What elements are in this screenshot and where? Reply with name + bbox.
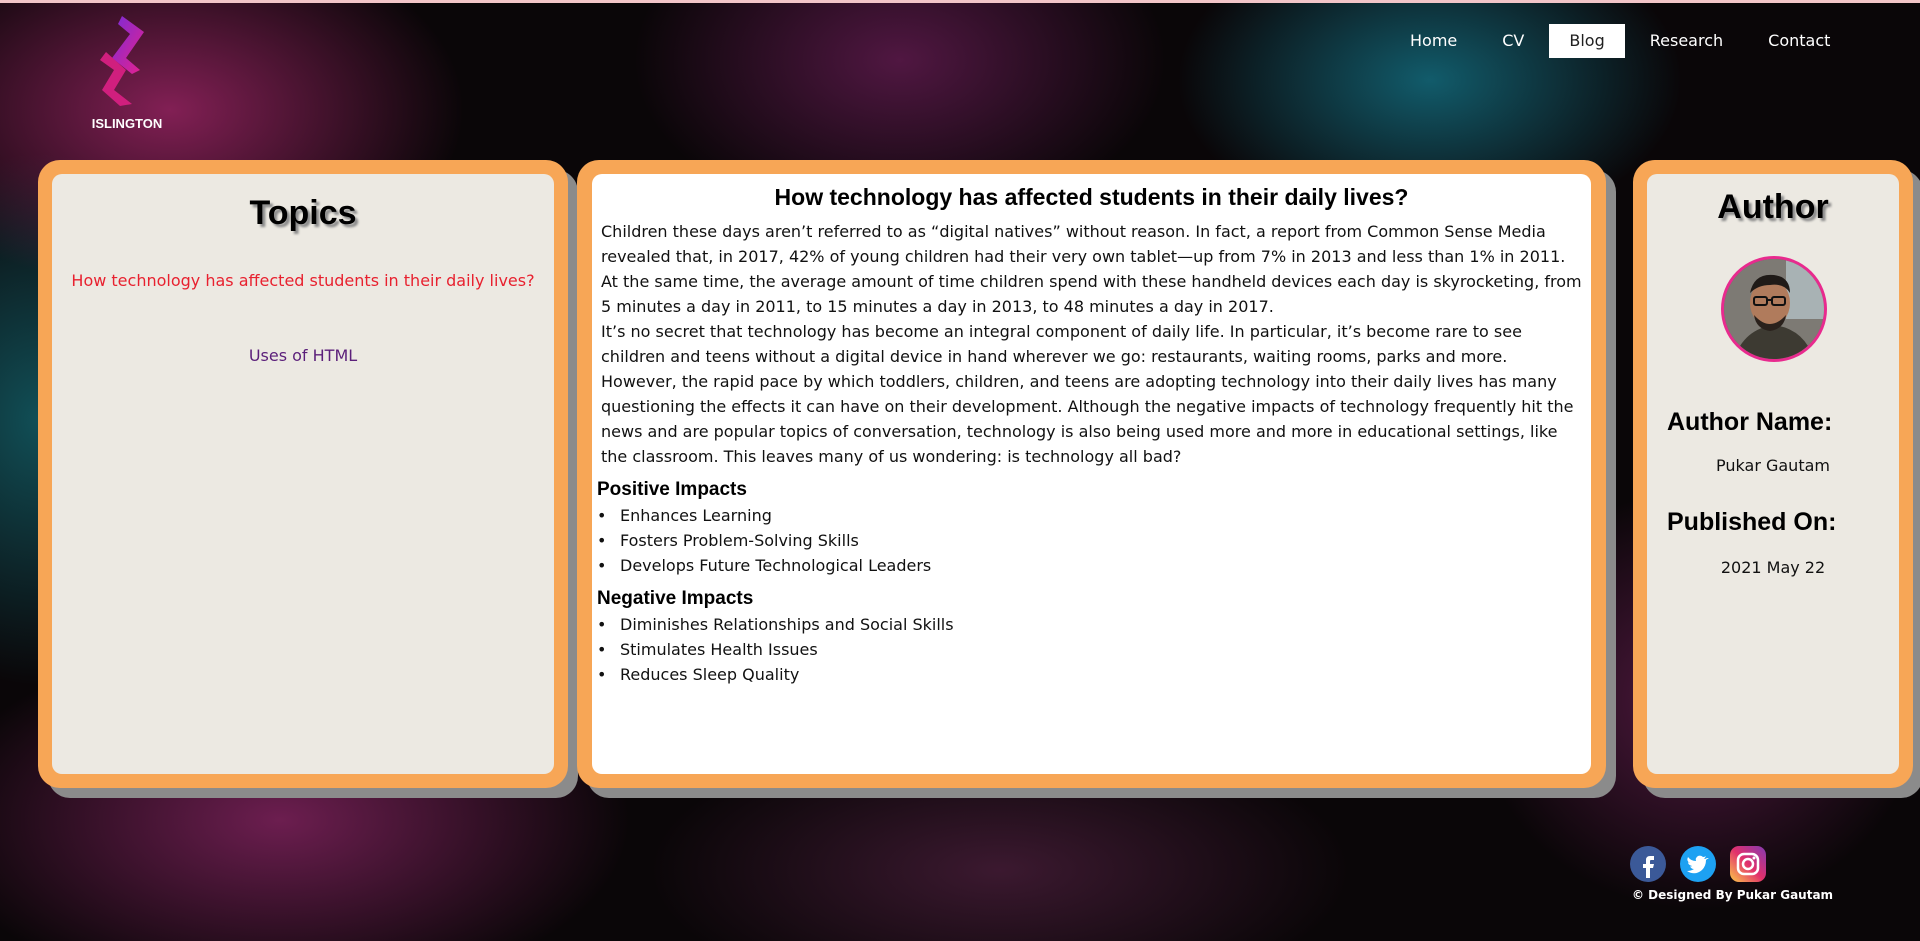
author-panel: Author Author Name: Pukar Gautam Publish…: [1633, 160, 1913, 788]
article-paragraph: Children these days aren’t referred to a…: [601, 222, 1582, 316]
published-on-label: Published On:: [1667, 508, 1837, 536]
list-item: • Enhances Learning: [597, 503, 1591, 528]
article-paragraph: However, the rapid pace by which toddler…: [601, 372, 1574, 466]
twitter-icon[interactable]: [1680, 846, 1716, 882]
article-panel: How technology has affected students in …: [577, 160, 1606, 788]
positive-impacts-heading: Positive Impacts: [597, 479, 747, 500]
list-item: • Reduces Sleep Quality: [597, 662, 1591, 687]
bullet-icon: •: [597, 506, 607, 525]
published-date: 2021 May 22: [1720, 558, 1826, 577]
article-paragraph: It’s no secret that technology has becom…: [601, 322, 1522, 366]
bullet-icon: •: [597, 615, 607, 634]
list-item: • Develops Future Technological Leaders: [597, 553, 1591, 578]
nav-contact[interactable]: Contact: [1748, 24, 1850, 58]
positive-impacts-list: • Enhances Learning • Fosters Problem-Solv…: [597, 503, 1591, 578]
instagram-icon[interactable]: [1730, 846, 1766, 882]
main-nav: Home CV Blog Research Contact: [1390, 24, 1855, 58]
author-panel-body: Author Author Name: Pukar Gautam Publish…: [1647, 174, 1899, 774]
nav-cv[interactable]: CV: [1482, 24, 1544, 58]
negative-impacts-list: • Diminishes Relationships and Social Ski…: [597, 612, 1591, 687]
avatar: [1721, 256, 1827, 362]
topics-title: Topics: [249, 194, 357, 232]
author-name-label: Author Name:: [1667, 408, 1833, 436]
topics-panel: Topics How technology has affected stude…: [38, 160, 568, 788]
topics-panel-body: Topics How technology has affected stude…: [52, 174, 554, 774]
logo-mark-icon: [100, 16, 144, 106]
author-name: Pukar Gautam: [1716, 456, 1830, 475]
negative-impacts-heading: Negative Impacts: [597, 588, 754, 609]
islington-logo[interactable]: ISLINGTON: [86, 12, 168, 132]
author-photo: [1724, 259, 1824, 359]
designer-credit: © Designed By Pukar Gautam: [1632, 888, 1834, 902]
nav-blog[interactable]: Blog: [1549, 24, 1625, 58]
article-body: Children these days aren’t referred to a…: [592, 219, 1591, 469]
bullet-icon: •: [597, 531, 607, 550]
logo-text: ISLINGTON: [91, 116, 163, 131]
nav-home[interactable]: Home: [1390, 24, 1477, 58]
list-item: • Fosters Problem-Solving Skills: [597, 528, 1591, 553]
topic-link-technology[interactable]: How technology has affected students in …: [52, 271, 554, 290]
article-title: How technology has affected students in …: [774, 184, 1409, 210]
author-title: Author: [1717, 188, 1829, 226]
nav-research[interactable]: Research: [1630, 24, 1743, 58]
top-border-line: [0, 0, 1920, 3]
list-item: • Stimulates Health Issues: [597, 637, 1591, 662]
bullet-icon: •: [597, 640, 607, 659]
list-item: • Diminishes Relationships and Social Ski…: [597, 612, 1591, 637]
bullet-icon: •: [597, 665, 607, 684]
facebook-icon[interactable]: [1630, 846, 1666, 882]
bullet-icon: •: [597, 556, 607, 575]
topic-link-html[interactable]: Uses of HTML: [52, 346, 554, 365]
social-links: [1630, 846, 1766, 882]
article-panel-body: How technology has affected students in …: [592, 174, 1591, 774]
